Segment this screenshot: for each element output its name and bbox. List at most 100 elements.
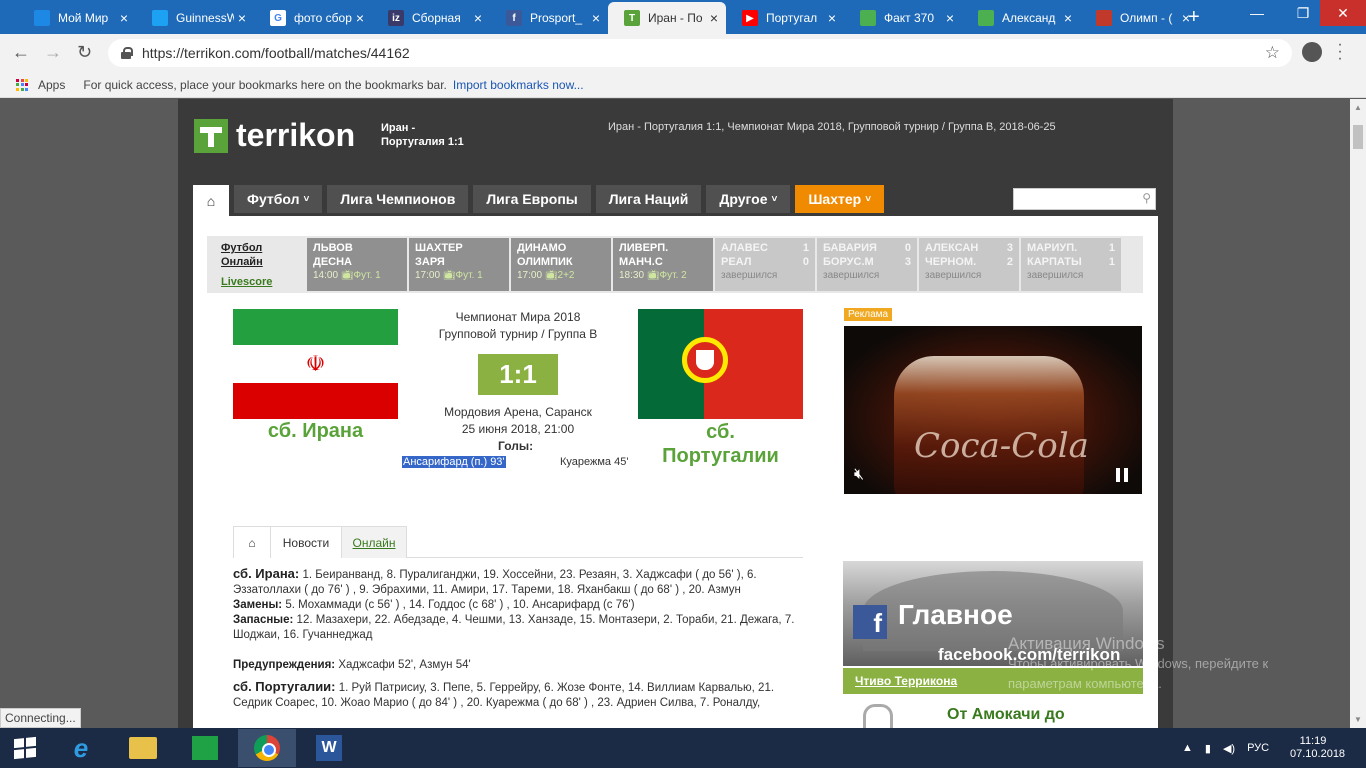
- browser-tab[interactable]: Олимп - (×: [1080, 2, 1198, 34]
- header-match: Иран - Португалия 1:1: [381, 121, 464, 149]
- ticker-home-name: ШАХТЕР: [415, 242, 463, 254]
- browser-tab[interactable]: GuinnessW ×: [136, 2, 254, 34]
- close-tab-icon[interactable]: ×: [120, 10, 128, 26]
- nav-item-label: Лига Европы: [486, 191, 578, 207]
- taskbar-word[interactable]: W: [300, 729, 358, 767]
- close-tab-icon[interactable]: ×: [474, 10, 482, 26]
- football-online-link[interactable]: Футбол Онлайн: [221, 241, 272, 269]
- ticker-time: 18:30: [619, 270, 645, 281]
- ticker-away-score: 0: [802, 256, 809, 268]
- ticker-match[interactable]: БАВАРИЯ 0 БОРУС.М 3 завершился: [817, 238, 917, 291]
- apps-grid-icon[interactable]: [16, 78, 28, 91]
- address-bar[interactable]: https://terrikon.com/football/matches/44…: [108, 39, 1292, 67]
- url-text[interactable]: https://terrikon.com/football/matches/44…: [142, 45, 410, 61]
- ticker-home-name: ЛЬВОВ: [313, 242, 353, 254]
- clock-date: 07.10.2018: [1290, 748, 1346, 760]
- nav-item[interactable]: Футбол ˅: [234, 185, 323, 213]
- ticker-home-score: 1: [802, 242, 809, 254]
- language-indicator[interactable]: РУС: [1247, 742, 1269, 754]
- home-team-name[interactable]: сб. Ирана: [233, 420, 398, 443]
- search-icon[interactable]: ⚲: [1142, 191, 1151, 205]
- tray-chevron-icon[interactable]: ▲: [1182, 742, 1193, 754]
- ad-label: Реклама: [844, 308, 893, 321]
- account-avatar-icon[interactable]: [1302, 42, 1322, 62]
- scroll-thumb[interactable]: [1353, 125, 1363, 149]
- bookmarks-bar: Apps For quick access, place your bookma…: [0, 72, 1366, 98]
- windows-start-icon[interactable]: [14, 736, 36, 760]
- browser-tab[interactable]: Факт 370 ×: [844, 2, 962, 34]
- watermark-title: Активация Windows: [1008, 634, 1165, 653]
- import-bookmarks-link[interactable]: Import bookmarks now...: [453, 78, 584, 92]
- bookmark-star-icon[interactable]: ☆: [1265, 43, 1280, 63]
- close-tab-icon[interactable]: ×: [238, 10, 246, 26]
- close-tab-icon[interactable]: ×: [828, 10, 836, 26]
- tab-online[interactable]: Онлайн: [341, 526, 407, 558]
- reload-icon[interactable]: ↻: [77, 42, 92, 63]
- ticker-match[interactable]: ЛЬВОВ ДЕСНА 14:00 📺︎Фут. 1: [307, 238, 407, 291]
- network-icon[interactable]: ▮: [1205, 742, 1211, 755]
- ticker-match[interactable]: ДИНАМО ОЛИМПИК 17:00 📺︎2+2: [511, 238, 611, 291]
- taskbar-clock[interactable]: 11:19 07.10.2018: [1290, 735, 1346, 761]
- browser-tab-title: Александ: [1002, 11, 1056, 25]
- browser-tab[interactable]: f Prosport_ ×: [490, 2, 608, 34]
- page-scrollbar[interactable]: ▲ ▼: [1350, 99, 1366, 728]
- browser-tab[interactable]: T Иран - По ×: [608, 2, 726, 34]
- article-teaser[interactable]: От Амокачи до: [843, 702, 1143, 728]
- ticker-home: АЛЕКСАН 3: [925, 241, 1013, 255]
- browser-tab[interactable]: Мой Мир ×: [18, 2, 136, 34]
- close-tab-icon[interactable]: ×: [710, 10, 718, 26]
- ad-brand-logo: Coca-Cola: [914, 426, 1089, 466]
- back-arrow-icon[interactable]: ←: [12, 42, 30, 63]
- close-tab-icon[interactable]: ×: [356, 10, 364, 26]
- venue-info: Мордовия Арена, Саранск 25 июня 2018, 21…: [418, 404, 618, 438]
- article-teaser-title[interactable]: От Амокачи до: [947, 706, 1065, 724]
- nav-item[interactable]: Лига Наций: [595, 185, 702, 213]
- tab-news[interactable]: Новости: [270, 526, 342, 558]
- taskbar-store[interactable]: [176, 729, 234, 767]
- close-tab-icon[interactable]: ×: [592, 10, 600, 26]
- nav-item[interactable]: Лига Чемпионов: [327, 185, 469, 213]
- ticker-meta: 14:00 📺︎Фут. 1: [313, 269, 401, 283]
- site-logo[interactable]: terrikon: [194, 117, 355, 154]
- nav-item[interactable]: Другое ˅: [706, 185, 791, 213]
- browser-tab[interactable]: ▶ Португал ×: [726, 2, 844, 34]
- logo-text: terrikon: [236, 117, 356, 153]
- subs-label: Замены:: [233, 599, 283, 611]
- ticker-time: завершился: [925, 270, 982, 281]
- ticker-match[interactable]: АЛАВЕС 1 РЕАЛ 0 завершился: [715, 238, 815, 291]
- ticker-match[interactable]: ЛИВЕРП. МАНЧ.С 18:30 📺︎Фут. 2: [613, 238, 713, 291]
- browser-tab-title: Мой Мир: [58, 11, 109, 25]
- browser-tab[interactable]: Gфото сбор ×: [254, 2, 372, 34]
- apps-link[interactable]: Apps: [38, 78, 65, 92]
- ticker-match[interactable]: АЛЕКСАН 3 ЧЕРНОМ. 2 завершился: [919, 238, 1019, 291]
- browser-tab-title: GuinnessW: [176, 11, 234, 25]
- browser-tab[interactable]: Александ ×: [962, 2, 1080, 34]
- pause-icon[interactable]: [1116, 468, 1128, 482]
- browser-tab[interactable]: iz Сборная ×: [372, 2, 490, 34]
- ticker-match[interactable]: МАРИУП. 1 КАРПАТЫ 1 завершился: [1021, 238, 1121, 291]
- nav-item[interactable]: Шахтер ˅: [795, 185, 885, 213]
- ticker-away-name: МАНЧ.С: [619, 256, 663, 268]
- ad-video[interactable]: Coca-Cola 🔇︎: [844, 326, 1142, 494]
- taskbar-chrome[interactable]: [238, 729, 296, 767]
- nav-item[interactable]: Лига Европы: [473, 185, 591, 213]
- volume-icon[interactable]: ◀): [1223, 742, 1235, 755]
- away-team-name[interactable]: сб. Португалии: [638, 420, 803, 468]
- tab-home-icon[interactable]: ⌂: [233, 526, 271, 558]
- close-tab-icon[interactable]: ×: [946, 10, 954, 26]
- scroll-up-icon[interactable]: ▲: [1354, 103, 1362, 112]
- forward-arrow-icon[interactable]: →: [44, 42, 62, 63]
- taskbar-ie[interactable]: e: [52, 729, 110, 767]
- site-search-input[interactable]: ⚲: [1013, 188, 1156, 210]
- ticker-match[interactable]: ШАХТЕР ЗАРЯ 17:00 📺︎Фут. 1: [409, 238, 509, 291]
- minimize-button[interactable]: —: [1234, 0, 1280, 26]
- livescore-link[interactable]: Livescore: [221, 275, 272, 289]
- mute-icon[interactable]: 🔇︎: [854, 466, 864, 484]
- taskbar-explorer[interactable]: [114, 729, 172, 767]
- close-window-button[interactable]: ✕: [1320, 0, 1366, 26]
- scroll-down-icon[interactable]: ▼: [1354, 715, 1362, 724]
- new-tab-button[interactable]: +: [1188, 6, 1200, 29]
- home-icon[interactable]: ⌂: [193, 185, 229, 217]
- close-tab-icon[interactable]: ×: [1064, 10, 1072, 26]
- menu-kebab-icon[interactable]: · · ·: [1336, 37, 1344, 67]
